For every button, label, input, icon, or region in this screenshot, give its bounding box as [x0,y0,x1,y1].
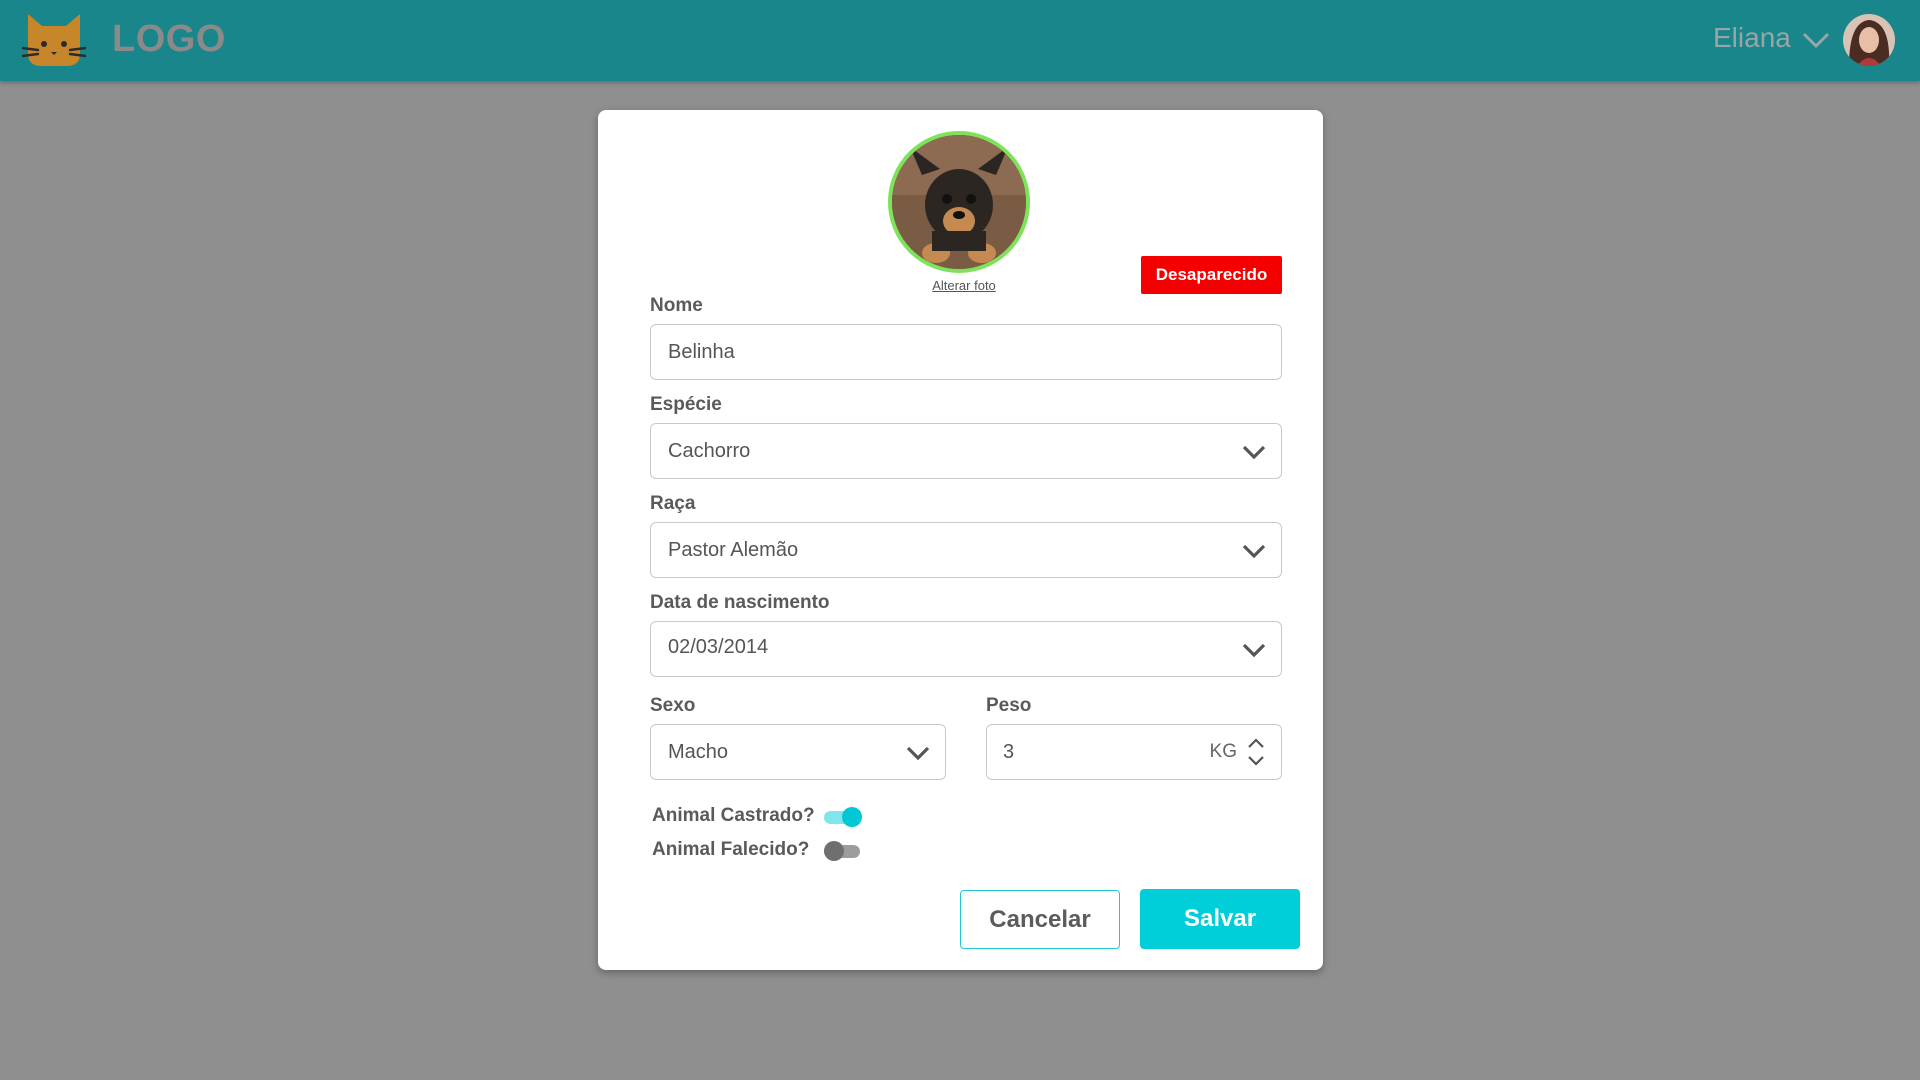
user-name[interactable]: Eliana [1713,22,1791,54]
user-avatar[interactable] [1843,14,1895,66]
chevron-down-icon [1242,544,1266,559]
chevron-down-icon [1242,445,1266,460]
breed-label: Raça [650,493,696,514]
chevron-down-icon [906,746,930,761]
stepper-up-icon[interactable] [1247,738,1265,748]
neutered-toggle[interactable] [824,807,862,827]
cat-logo-icon [22,14,86,66]
deceased-label: Animal Falecido? [652,839,810,860]
weight-label: Peso [986,695,1032,716]
weight-unit: KG [1209,741,1237,762]
species-value: Cachorro [668,439,751,462]
dog-photo-image [892,135,1026,269]
deceased-toggle[interactable] [824,841,862,861]
neutered-label: Animal Castrado? [652,805,815,826]
breed-select[interactable]: Pastor Alemão [650,522,1282,578]
edit-pet-modal: Alterar foto Desaparecido Nome Belinha E… [598,110,1323,970]
logo-text: LOGO [112,18,226,60]
top-bar: LOGO Eliana [0,0,1920,81]
chevron-down-icon [1242,643,1266,658]
name-input[interactable]: Belinha [650,324,1282,380]
sex-select[interactable]: Macho [650,724,946,780]
weight-value: 3 [1003,740,1015,763]
birth-date-value: 02/03/2014 [668,635,769,658]
birth-date-label: Data de nascimento [650,592,830,613]
sex-value: Macho [668,740,729,763]
birth-date-picker[interactable]: 02/03/2014 [650,621,1282,677]
sex-label: Sexo [650,695,696,716]
chevron-down-icon[interactable] [1800,28,1832,52]
status-badge: Desaparecido [1141,256,1282,294]
weight-input[interactable]: 3 KG [986,724,1282,780]
save-button[interactable]: Salvar [1140,889,1300,949]
breed-value: Pastor Alemão [668,538,799,561]
change-photo-link[interactable]: Alterar foto [924,278,1004,293]
pet-photo [888,131,1030,273]
name-label: Nome [650,295,703,316]
stepper-down-icon[interactable] [1247,756,1265,766]
cancel-button[interactable]: Cancelar [960,890,1120,949]
species-select[interactable]: Cachorro [650,423,1282,479]
name-value: Belinha [668,340,735,363]
species-label: Espécie [650,394,722,415]
